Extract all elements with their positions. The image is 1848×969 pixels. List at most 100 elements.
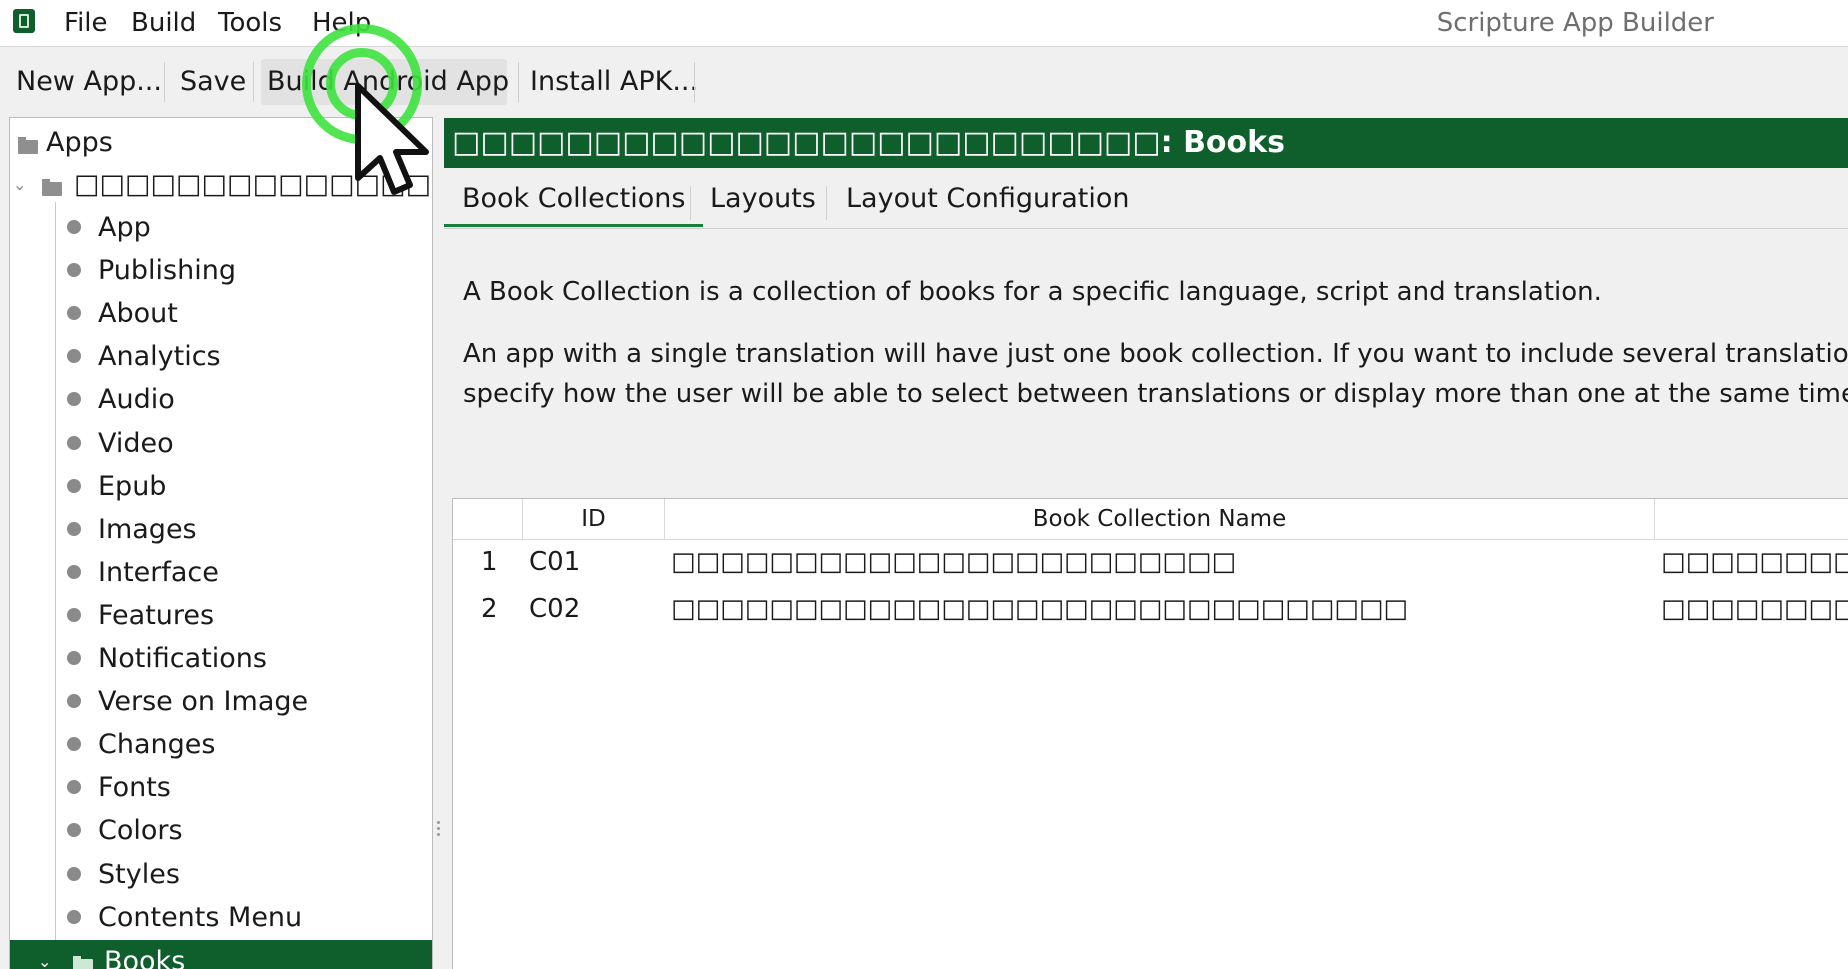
tree-item-label: Epub xyxy=(98,471,167,502)
bullet-icon xyxy=(67,479,81,493)
bullet-icon xyxy=(67,349,81,363)
row-name: □□□□□□□□□□□□□□□□□□□□□□□ xyxy=(671,547,1237,577)
tree-item-video[interactable]: Video xyxy=(10,424,432,464)
save-button[interactable]: Save xyxy=(174,59,252,105)
tree-item-label: Verse on Image xyxy=(98,686,309,717)
tree-item-label: Colors xyxy=(98,815,183,846)
bullet-icon xyxy=(67,392,81,406)
bullet-icon xyxy=(67,780,81,794)
tree-item-label: Notifications xyxy=(98,643,267,674)
app-logo-icon xyxy=(13,9,35,33)
tree-item-colors[interactable]: Colors xyxy=(10,811,432,851)
row-name: □□□□□□□□□□□□□□□□□□□□□□□□□□□□□□ xyxy=(671,594,1408,624)
tree-item-verse-on-image[interactable]: Verse on Image xyxy=(10,682,432,722)
tree-item-about[interactable]: About xyxy=(10,294,432,334)
toolbar-separator xyxy=(164,62,165,102)
tab-book-collections[interactable]: Book Collections xyxy=(444,176,704,227)
splitter-handle[interactable] xyxy=(435,818,441,842)
chevron-down-icon[interactable]: ⌄ xyxy=(13,175,26,195)
tree-item-label: Interface xyxy=(98,557,219,588)
folder-icon xyxy=(73,956,93,969)
tab-bar: Book Collections Layouts Layout Configur… xyxy=(444,172,1848,229)
tree-item-label: Contents Menu xyxy=(98,902,303,933)
tree-item-changes[interactable]: Changes xyxy=(10,725,432,765)
apps-tree: Apps ⌄ □□□□□□□□□□□□□□□□□□□□ AppPublishin… xyxy=(9,117,433,969)
tree-item-features[interactable]: Features xyxy=(10,596,432,636)
tree-item-books[interactable]: ⌄ Books xyxy=(10,940,432,969)
tree-item-label: App xyxy=(98,212,151,243)
description-text: specify how the user will be able to sel… xyxy=(463,379,1848,409)
row-number: 2 xyxy=(481,594,498,624)
name-column-header[interactable]: Book Collection Name xyxy=(665,499,1655,539)
tab-separator xyxy=(826,186,827,220)
tree-item-publishing[interactable]: Publishing xyxy=(10,251,432,291)
extra-column-header[interactable] xyxy=(1655,499,1848,539)
bullet-icon xyxy=(67,608,81,622)
menu-file[interactable]: File xyxy=(64,6,108,40)
folder-icon xyxy=(18,137,38,154)
bullet-icon xyxy=(67,565,81,579)
chevron-down-icon[interactable]: ⌄ xyxy=(38,952,51,969)
tree-item-label: Analytics xyxy=(98,341,221,372)
bullet-icon xyxy=(67,694,81,708)
row-extra: □□□□□□□□□ xyxy=(1661,594,1848,624)
tree-item-notifications[interactable]: Notifications xyxy=(10,639,432,679)
menu-build[interactable]: Build xyxy=(131,6,196,40)
tree-item-label: Fonts xyxy=(98,772,171,803)
tree-item-app[interactable]: App xyxy=(10,208,432,248)
toolbar-separator xyxy=(518,62,519,102)
tree-item-label: Features xyxy=(98,600,215,631)
page-title: □□□□□□□□□□□□□□□□□□□□□□□□□: Books xyxy=(444,118,1848,168)
menu-tools[interactable]: Tools xyxy=(218,6,282,40)
tree-item-label: Changes xyxy=(98,729,216,760)
tree-item-label: Audio xyxy=(98,384,175,415)
id-column-header[interactable]: ID xyxy=(523,499,665,539)
bullet-icon xyxy=(67,436,81,450)
tree-item-label: Images xyxy=(98,514,197,545)
row-number-header xyxy=(453,499,523,539)
toolbar-separator xyxy=(694,62,695,102)
toolbar: New App... Save Build Android App Instal… xyxy=(0,48,1848,114)
row-id: C01 xyxy=(529,547,581,577)
install-apk-button[interactable]: Install APK... xyxy=(524,59,704,105)
tree-item-styles[interactable]: Styles xyxy=(10,855,432,895)
page-title-app-name: □□□□□□□□□□□□□□□□□□□□□□□□□ xyxy=(452,125,1161,160)
tree-item-epub[interactable]: Epub xyxy=(10,467,432,507)
bullet-icon xyxy=(67,522,81,536)
tree-item-audio[interactable]: Audio xyxy=(10,380,432,420)
description-text: A Book Collection is a collection of boo… xyxy=(463,277,1602,307)
page-title-section: : Books xyxy=(1160,125,1285,160)
tree-item-label: About xyxy=(98,298,178,329)
row-number: 1 xyxy=(481,547,498,577)
tree-item-label: Publishing xyxy=(98,255,236,286)
toolbar-separator xyxy=(253,62,254,102)
book-collections-table: ID Book Collection Name 1 C01 □□□□□□□□□□… xyxy=(452,498,1848,969)
tree-item-fonts[interactable]: Fonts xyxy=(10,768,432,808)
tab-layouts[interactable]: Layouts xyxy=(692,176,834,224)
tree-item-interface[interactable]: Interface xyxy=(10,553,432,593)
bullet-icon xyxy=(67,910,81,924)
bullet-icon xyxy=(67,737,81,751)
bullet-icon xyxy=(67,220,81,234)
tree-item-analytics[interactable]: Analytics xyxy=(10,337,432,377)
description-text: An app with a single translation will ha… xyxy=(463,339,1848,369)
tab-separator xyxy=(690,186,691,220)
bullet-icon xyxy=(67,867,81,881)
new-app-button[interactable]: New App... xyxy=(10,59,168,105)
folder-icon xyxy=(42,179,62,196)
mouse-cursor-icon xyxy=(355,83,429,195)
tree-item-contents-menu[interactable]: Contents Menu xyxy=(10,898,432,938)
bullet-icon xyxy=(67,306,81,320)
tree-item-label: Styles xyxy=(98,859,180,890)
bullet-icon xyxy=(67,651,81,665)
tree-item-label: Video xyxy=(98,428,174,459)
row-extra: □□□□□□□□□□□□ xyxy=(1661,547,1848,577)
tree-item-images[interactable]: Images xyxy=(10,510,432,550)
menu-bar: File Build Tools Help Scripture App Buil… xyxy=(0,0,1848,47)
bullet-icon xyxy=(67,823,81,837)
window-title: Scripture App Builder xyxy=(1436,8,1714,38)
tab-layout-configuration[interactable]: Layout Configuration xyxy=(828,176,1147,224)
table-header-divider xyxy=(453,539,1848,540)
row-id: C02 xyxy=(529,594,581,624)
bullet-icon xyxy=(67,263,81,277)
